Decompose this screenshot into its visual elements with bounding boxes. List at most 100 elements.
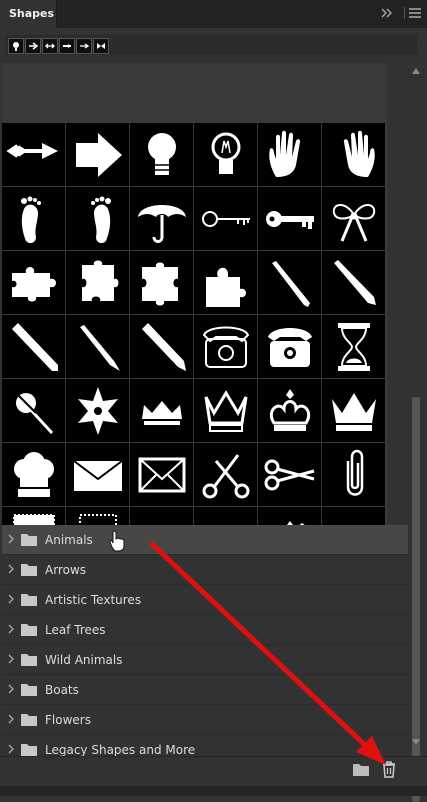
shape-group-wild-animals[interactable]: Wild Animals <box>2 645 408 675</box>
frame-stamp-icon <box>12 513 55 525</box>
shape-telephone-solid[interactable] <box>258 315 321 378</box>
shape-frame-stamp-outline[interactable] <box>66 507 129 525</box>
key-solid-icon <box>265 210 314 229</box>
shape-hand-left[interactable] <box>258 123 321 186</box>
envelope-outline-icon <box>138 457 185 492</box>
shape-frame-stamp[interactable] <box>2 507 65 525</box>
folder-icon <box>21 564 37 576</box>
hamburger-menu-icon[interactable] <box>404 7 421 19</box>
shape-pencil[interactable] <box>258 251 321 314</box>
shape-crown-solid[interactable] <box>322 379 385 442</box>
arrow-fletched-icon <box>5 142 58 159</box>
shapes-tab[interactable]: Shapes <box>0 0 57 28</box>
splatter-1-icon <box>134 511 190 526</box>
shape-puzzle-2[interactable] <box>66 251 129 314</box>
panel-bottom-edge <box>0 786 427 796</box>
shape-envelope-solid[interactable] <box>66 443 129 506</box>
shape-pencil-thick[interactable] <box>2 315 65 378</box>
shape-bow[interactable] <box>322 187 385 250</box>
shape-fountain-pen[interactable] <box>66 315 129 378</box>
shape-hand-right[interactable] <box>322 123 385 186</box>
shape-crown-small[interactable] <box>130 379 193 442</box>
shape-groups-list: Animals Arrows Artistic Textures Leaf Trees… <box>2 525 408 765</box>
shape-footprint-left[interactable] <box>2 187 65 250</box>
key-outline-icon <box>201 210 250 227</box>
chevron-right-icon[interactable] <box>8 624 15 634</box>
shape-group-boats[interactable]: Boats <box>2 675 408 705</box>
chevron-right-icon[interactable] <box>8 654 15 664</box>
shape-splatter-1[interactable] <box>130 507 193 525</box>
chevron-right-icon[interactable] <box>8 684 15 694</box>
recent-shape-pen-arrow[interactable] <box>59 38 75 54</box>
double-chevron-right-icon[interactable] <box>380 6 394 20</box>
shape-hourglass[interactable] <box>322 315 385 378</box>
shape-footprint-right[interactable] <box>66 187 129 250</box>
shape-lightbulb-outline[interactable] <box>194 123 257 186</box>
chevron-right-icon[interactable] <box>8 714 15 724</box>
shape-pushpin[interactable] <box>2 379 65 442</box>
pencil-thick-icon <box>11 322 58 371</box>
shape-arrow-block[interactable] <box>66 123 129 186</box>
shape-puzzle-1[interactable] <box>2 251 65 314</box>
shape-holly[interactable] <box>258 507 321 525</box>
chevron-right-icon[interactable] <box>8 744 15 754</box>
crown-small-icon <box>141 400 182 425</box>
hand-right-icon <box>343 130 375 177</box>
shape-flag-usa[interactable] <box>322 507 385 525</box>
scroll-up-icon[interactable] <box>412 68 420 74</box>
chevron-right-icon[interactable] <box>8 594 15 604</box>
trash-icon[interactable] <box>381 760 397 778</box>
paperclip-icon <box>346 449 363 496</box>
pushpin-icon <box>14 391 53 434</box>
shape-crown-king[interactable] <box>258 379 321 442</box>
shape-pen[interactable] <box>322 251 385 314</box>
hand-left-icon <box>268 130 300 177</box>
shape-umbrella[interactable] <box>130 187 193 250</box>
shapes-grid <box>2 63 385 525</box>
recent-shape-arrow-double[interactable] <box>42 38 58 54</box>
scissors-icon <box>264 459 314 490</box>
shape-scissors-open[interactable] <box>194 443 257 506</box>
frame-stamp-outline-icon <box>78 513 117 525</box>
chevron-right-icon[interactable] <box>8 534 15 544</box>
shape-group-arrows[interactable]: Arrows <box>2 555 408 585</box>
folder-icon <box>21 624 37 636</box>
shape-splatter-2[interactable] <box>194 507 257 525</box>
folder-icon[interactable] <box>353 762 369 776</box>
puzzle-2-icon <box>81 260 118 301</box>
shape-key-solid[interactable] <box>258 187 321 250</box>
shape-envelope-outline[interactable] <box>130 443 193 506</box>
scroll-down-icon[interactable] <box>412 739 420 745</box>
recent-shape-bow[interactable] <box>93 38 109 54</box>
flag-usa-icon <box>329 524 378 525</box>
recent-shape-lightbulb[interactable] <box>8 38 24 54</box>
shape-puzzle-4[interactable] <box>194 251 257 314</box>
shape-group-animals[interactable]: Animals <box>2 525 408 555</box>
shape-lightbulb-solid[interactable] <box>130 123 193 186</box>
shape-sheriff-star[interactable] <box>66 379 129 442</box>
shape-arrow-fletched[interactable] <box>2 123 65 186</box>
shape-paperclip[interactable] <box>322 443 385 506</box>
marker-icon <box>141 322 186 371</box>
scrollbar[interactable] <box>409 63 423 802</box>
crown-solid-icon <box>331 392 376 431</box>
folder-icon <box>21 744 37 756</box>
shape-scissors[interactable] <box>258 443 321 506</box>
shape-crown-outline[interactable] <box>194 379 257 442</box>
chevron-right-icon[interactable] <box>8 564 15 574</box>
folder-icon <box>21 594 37 606</box>
shape-chef-hat[interactable] <box>2 443 65 506</box>
shape-telephone-outline[interactable] <box>194 315 257 378</box>
scissors-open-icon <box>202 453 249 498</box>
shape-key-outline[interactable] <box>194 187 257 250</box>
shape-puzzle-3[interactable] <box>130 251 193 314</box>
recent-shape-arrow-right[interactable] <box>76 38 92 54</box>
shape-group-artistic-textures[interactable]: Artistic Textures <box>2 585 408 615</box>
shape-group-label: Leaf Trees <box>45 623 106 637</box>
recent-shape-arrow[interactable] <box>25 38 41 54</box>
pen-icon <box>333 259 376 305</box>
shape-group-flowers[interactable]: Flowers <box>2 705 408 735</box>
shape-marker[interactable] <box>130 315 193 378</box>
pencil-icon <box>271 260 310 307</box>
shape-group-leaf-trees[interactable]: Leaf Trees <box>2 615 408 645</box>
